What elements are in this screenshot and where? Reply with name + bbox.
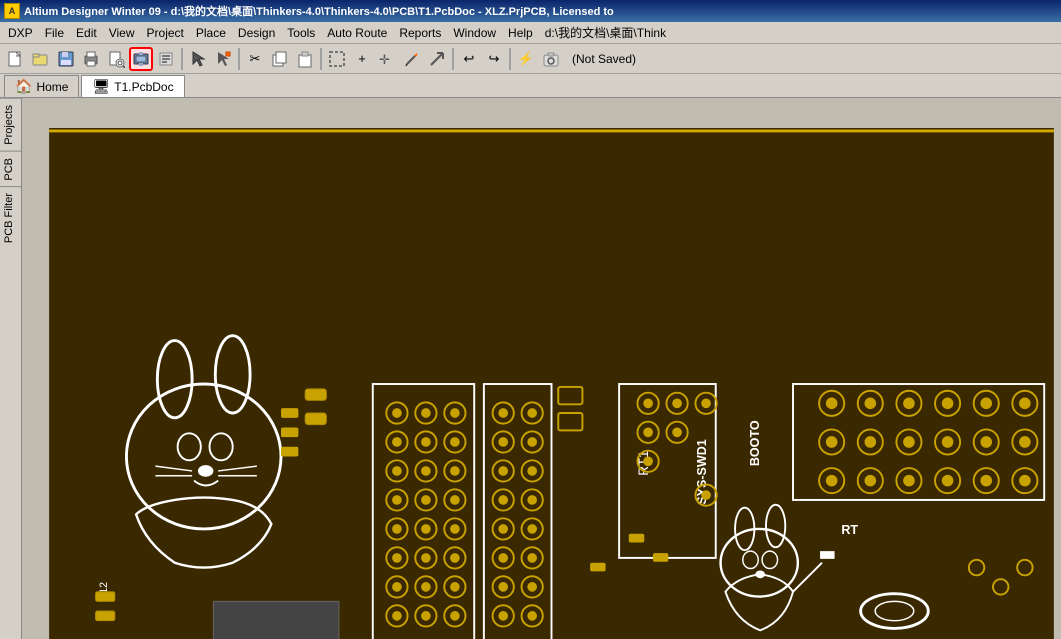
menu-design[interactable]: Design — [232, 24, 281, 42]
menu-project[interactable]: Project — [141, 24, 190, 42]
toolbar-print-preview-btn[interactable] — [104, 47, 128, 71]
toolbar-new-btn[interactable] — [4, 47, 28, 71]
menu-reports[interactable]: Reports — [393, 24, 447, 42]
toolbar-diag-btn[interactable] — [425, 47, 449, 71]
pcb-top-strip — [22, 98, 1061, 128]
toolbar-highlighted-btn[interactable] — [129, 47, 153, 71]
toolbar-lightning-btn[interactable]: ⚡ — [514, 47, 538, 71]
toolbar-btn-6[interactable] — [154, 47, 178, 71]
sidebar-projects[interactable]: Projects — [0, 98, 21, 151]
toolbar-cut-btn[interactable]: ✂ — [243, 47, 267, 71]
toolbar-paste-btn[interactable] — [293, 47, 317, 71]
toolbar-sep-4 — [452, 48, 454, 70]
toolbar-cross-btn[interactable]: + — [350, 47, 374, 71]
menu-bar: DXP File Edit View Project Place Design … — [0, 22, 1061, 44]
toolbar-box-select-btn[interactable] — [325, 47, 349, 71]
toolbar-sep-5 — [509, 48, 511, 70]
toolbar-move-btn[interactable]: ✛ — [375, 47, 399, 71]
menu-file[interactable]: File — [39, 24, 70, 42]
toolbar-camera-btn[interactable] — [539, 47, 563, 71]
menu-view[interactable]: View — [103, 24, 141, 42]
menu-window[interactable]: Window — [447, 24, 502, 42]
toolbar-save-btn[interactable] — [54, 47, 78, 71]
pcb-board: C12 C13 — [32, 128, 1061, 639]
sidebar-pcb-filter[interactable]: PCB Filter — [0, 186, 21, 249]
toolbar-print-btn[interactable] — [79, 47, 103, 71]
tab-bar: 🏠 Home 🖥 T1.PcbDoc — [0, 74, 1061, 98]
menu-path: d:\我的文档\桌面\Think — [539, 22, 672, 43]
sidebar-pcb[interactable]: PCB — [0, 151, 21, 187]
toolbar-pencil-btn[interactable] — [400, 47, 424, 71]
menu-autoroute[interactable]: Auto Route — [321, 24, 393, 42]
svg-text:BOOTO: BOOTO — [748, 420, 762, 466]
not-saved-label: (Not Saved) — [572, 52, 636, 66]
menu-dxp[interactable]: DXP — [2, 24, 39, 42]
toolbar-sep-1 — [181, 48, 183, 70]
svg-text:✛: ✛ — [379, 52, 390, 67]
title-bar: A Altium Designer Winter 09 - d:\我的文档\桌面… — [0, 0, 1061, 22]
main-area: Projects PCB PCB Filter — [0, 98, 1061, 639]
canvas-area[interactable]: C12 C13 — [22, 98, 1061, 639]
toolbar-open-btn[interactable] — [29, 47, 53, 71]
app-icon: A — [4, 3, 20, 19]
toolbar-sep-2 — [238, 48, 240, 70]
home-icon: 🏠 — [15, 78, 32, 95]
svg-text:RT: RT — [841, 523, 858, 537]
menu-help[interactable]: Help — [502, 24, 539, 42]
toolbar: ✂ + ✛ ↩ ↪ ⚡ (Not Saved) — [0, 44, 1061, 74]
tab-t1pcbdoc-label: T1.PcbDoc — [114, 80, 173, 94]
toolbar-undo-btn[interactable]: ↩ — [457, 47, 481, 71]
toolbar-redo-btn[interactable]: ↪ — [482, 47, 506, 71]
toolbar-sep-3 — [320, 48, 322, 70]
menu-tools[interactable]: Tools — [281, 24, 321, 42]
tab-t1pcbdoc[interactable]: 🖥 T1.PcbDoc — [81, 75, 184, 97]
tab-home-label: Home — [36, 80, 68, 94]
menu-place[interactable]: Place — [190, 24, 232, 42]
tab-home[interactable]: 🏠 Home — [4, 75, 79, 97]
left-sidebar: Projects PCB PCB Filter — [0, 98, 22, 639]
title-text: Altium Designer Winter 09 - d:\我的文档\桌面\T… — [24, 3, 614, 19]
toolbar-copy-btn[interactable] — [268, 47, 292, 71]
pcbdoc-icon: 🖥 — [92, 78, 110, 95]
menu-edit[interactable]: Edit — [70, 24, 103, 42]
toolbar-select2-btn[interactable] — [211, 47, 235, 71]
toolbar-select-btn[interactable] — [186, 47, 210, 71]
